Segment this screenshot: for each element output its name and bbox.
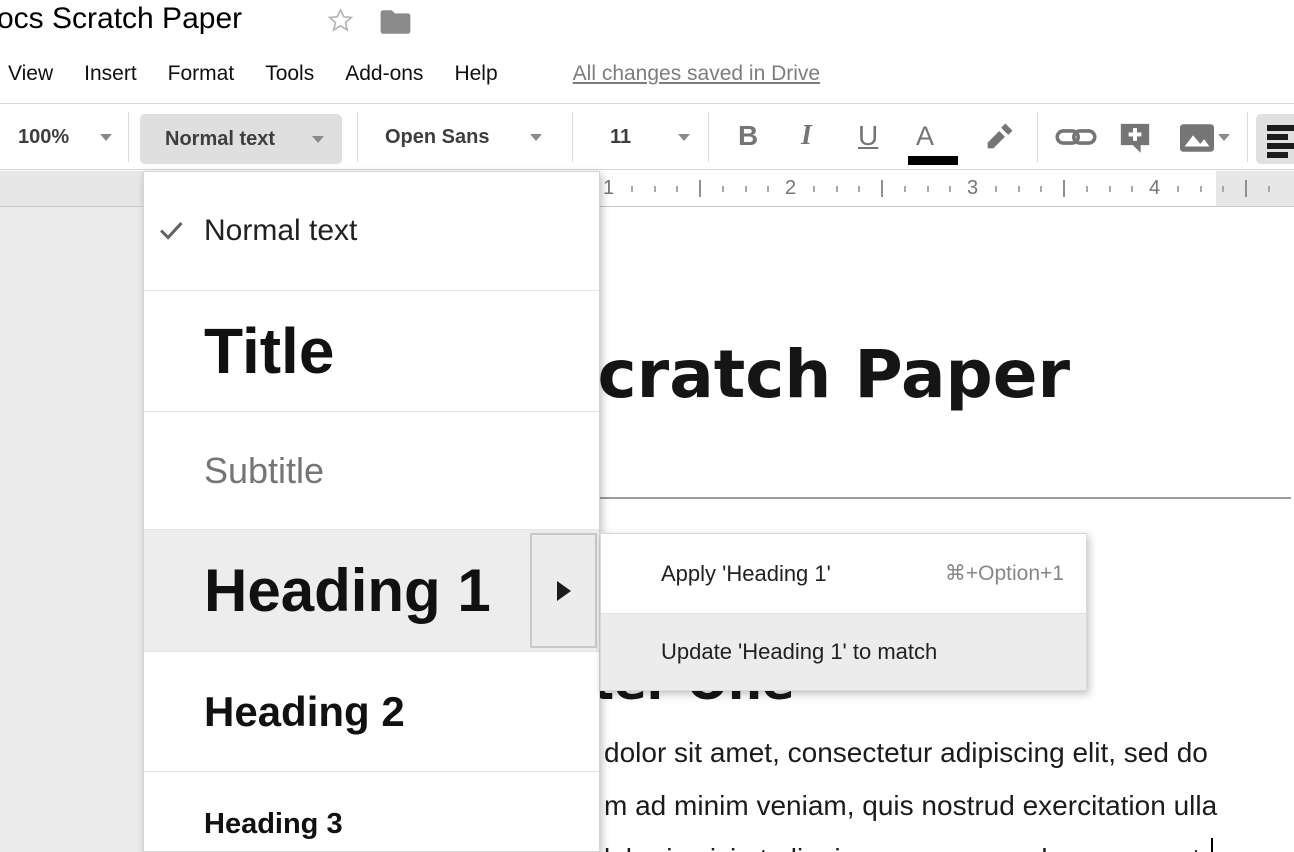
align-left-button[interactable] — [1256, 114, 1294, 164]
font-size-select[interactable]: 11 — [610, 104, 631, 170]
check-icon — [157, 216, 185, 244]
save-status-link[interactable]: All changes saved in Drive — [573, 62, 820, 86]
style-caret-icon — [312, 136, 324, 143]
body-line: m ad minim veniam, quis nostrud exercita… — [604, 779, 1294, 832]
submenu-item-apply-heading-1[interactable]: Apply 'Heading 1' ⌘+Option+1 — [601, 534, 1086, 614]
menu-item-normal-text[interactable]: Normal text — [144, 172, 599, 291]
heading-1-submenu-button[interactable] — [530, 533, 597, 648]
insert-link-icon[interactable] — [1055, 126, 1097, 148]
menu-item-subtitle[interactable]: Subtitle — [144, 412, 599, 530]
menu-tools[interactable]: Tools — [265, 62, 314, 86]
menu-insert[interactable]: Insert — [84, 62, 137, 86]
menu-item-heading-1[interactable]: Heading 1 — [144, 530, 599, 652]
submenu-arrow-icon — [557, 581, 571, 601]
text-cursor — [1211, 838, 1213, 852]
body-line: dolor sit amet, consectetur adipiscing e… — [604, 726, 1294, 779]
menu-bar: View Insert Format Tools Add-ons Help Al… — [0, 56, 820, 92]
heading-1-submenu: Apply 'Heading 1' ⌘+Option+1 Update 'Hea… — [600, 533, 1087, 691]
star-icon[interactable] — [327, 7, 354, 34]
menu-addons[interactable]: Add-ons — [345, 62, 423, 86]
submenu-item-update-heading-1[interactable]: Update 'Heading 1' to match — [601, 614, 1086, 690]
font-select[interactable]: Open Sans — [385, 104, 489, 170]
italic-button[interactable]: I — [801, 104, 812, 168]
toolbar-separator — [572, 112, 573, 162]
toolbar-separator — [128, 112, 129, 162]
ruler-right-margin — [1216, 171, 1294, 206]
toolbar-separator — [357, 112, 358, 162]
insert-comment-icon[interactable] — [1118, 121, 1152, 155]
toolbar-separator — [1247, 112, 1248, 162]
menu-item-heading-3[interactable]: Heading 3 — [144, 772, 599, 852]
keyboard-shortcut: ⌘+Option+1 — [945, 561, 1064, 586]
insert-image-icon[interactable] — [1180, 124, 1214, 152]
zoom-caret-icon[interactable] — [100, 134, 112, 141]
doc-title-heading: Scratch Paper — [550, 336, 1070, 413]
google-docs-window: ocs Scratch Paper View Insert Format Too… — [0, 0, 1294, 852]
menu-item-heading-2[interactable]: Heading 2 — [144, 652, 599, 772]
zoom-select[interactable]: 100% — [18, 104, 69, 170]
body-paragraph: dolor sit amet, consectetur adipiscing e… — [604, 726, 1294, 852]
font-caret-icon[interactable] — [530, 134, 542, 141]
paint-format-icon[interactable] — [982, 120, 1016, 154]
toolbar: 100% Normal text Open Sans 11 B I U A — [0, 103, 1294, 170]
menu-help[interactable]: Help — [454, 62, 497, 86]
bold-button[interactable]: B — [738, 104, 758, 168]
paragraph-style-menu: Normal text Title Subtitle Heading 1 Hea… — [143, 171, 600, 852]
paragraph-style-select[interactable]: Normal text — [140, 114, 342, 164]
menu-item-title[interactable]: Title — [144, 291, 599, 412]
toolbar-separator — [708, 112, 709, 162]
image-caret-icon[interactable] — [1218, 134, 1230, 141]
move-folder-icon[interactable] — [379, 9, 412, 35]
document-title[interactable]: ocs Scratch Paper — [0, 2, 242, 36]
menu-format[interactable]: Format — [168, 62, 235, 86]
font-size-caret-icon[interactable] — [678, 134, 690, 141]
text-color-swatch — [908, 156, 958, 165]
menu-view[interactable]: View — [8, 62, 53, 86]
toolbar-separator — [1037, 112, 1038, 162]
body-line: laboris nisi ut aliquip ex ea commodo co… — [604, 832, 1294, 852]
underline-button[interactable]: U — [858, 104, 878, 168]
